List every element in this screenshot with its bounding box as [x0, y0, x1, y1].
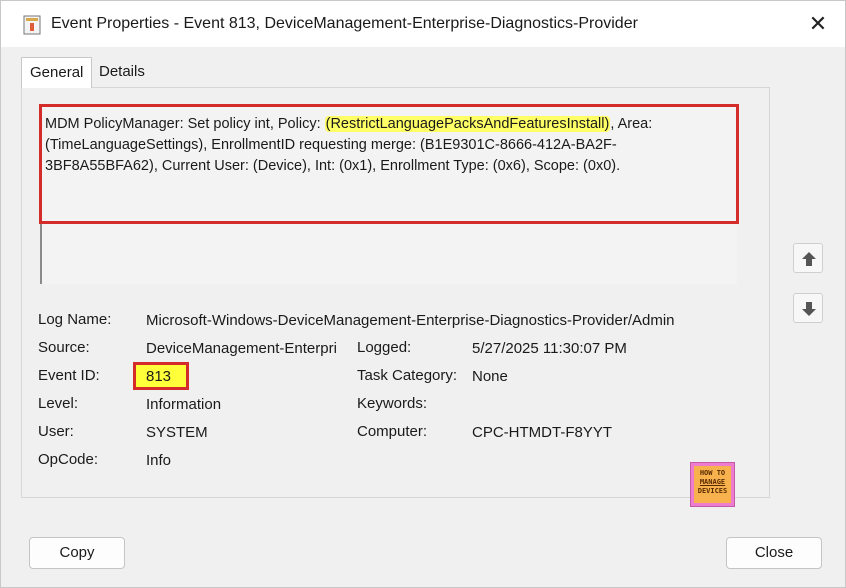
logged-label: Logged: [357, 339, 412, 356]
source-value: DeviceManagement-Enterpri [146, 340, 337, 357]
tab-general[interactable]: General [21, 57, 93, 88]
tab-details[interactable]: Details [91, 57, 153, 87]
task-category-label: Task Category: [357, 367, 458, 384]
event-viewer-icon [23, 15, 41, 35]
source-label: Source: [38, 339, 90, 356]
keywords-label: Keywords: [357, 395, 428, 412]
event-id-label: Event ID: [38, 367, 100, 384]
opcode-value: Info [146, 452, 172, 469]
scroll-down-button[interactable] [793, 293, 823, 323]
logo-line1: HOW TO [699, 469, 726, 477]
copy-button[interactable]: Copy [29, 537, 125, 569]
event-properties-window: Event Properties - Event 813, DeviceMana… [0, 0, 846, 588]
user-value: SYSTEM [146, 424, 208, 441]
how-to-manage-devices-logo: HOW TO MANAGE DEVICES [690, 462, 735, 507]
level-value: Information [146, 396, 222, 413]
scroll-up-button[interactable] [793, 243, 823, 273]
opcode-label: OpCode: [38, 451, 99, 468]
policy-name-highlight: (RestrictLanguagePacksAndFeaturesInstall… [324, 116, 611, 132]
logged-value: 5/27/2025 11:30:07 PM [472, 340, 627, 357]
arrow-up-icon [802, 252, 816, 266]
computer-value: CPC-HTMDT-F8YYT [472, 424, 612, 441]
level-label: Level: [38, 395, 79, 412]
close-button[interactable]: Close [726, 537, 822, 569]
title-bar: Event Properties - Event 813, DeviceMana… [1, 1, 845, 47]
event-id-value: 813 [146, 368, 172, 385]
window-title: Event Properties - Event 813, DeviceMana… [51, 15, 638, 32]
logo-line2: MANAGE [699, 478, 726, 486]
task-category-value: None [472, 368, 508, 385]
log-name-label: Log Name: [38, 311, 112, 328]
user-label: User: [38, 423, 74, 440]
description-part1: MDM PolicyManager: Set policy int, Polic… [45, 116, 325, 132]
close-window-icon[interactable]: ✕ [805, 11, 831, 37]
computer-label: Computer: [357, 423, 428, 440]
arrow-down-icon [802, 302, 816, 316]
event-description: MDM PolicyManager: Set policy int, Polic… [45, 114, 725, 177]
logo-line3: DEVICES [697, 487, 728, 495]
log-name-value: Microsoft-Windows-DeviceManagement-Enter… [146, 312, 675, 329]
